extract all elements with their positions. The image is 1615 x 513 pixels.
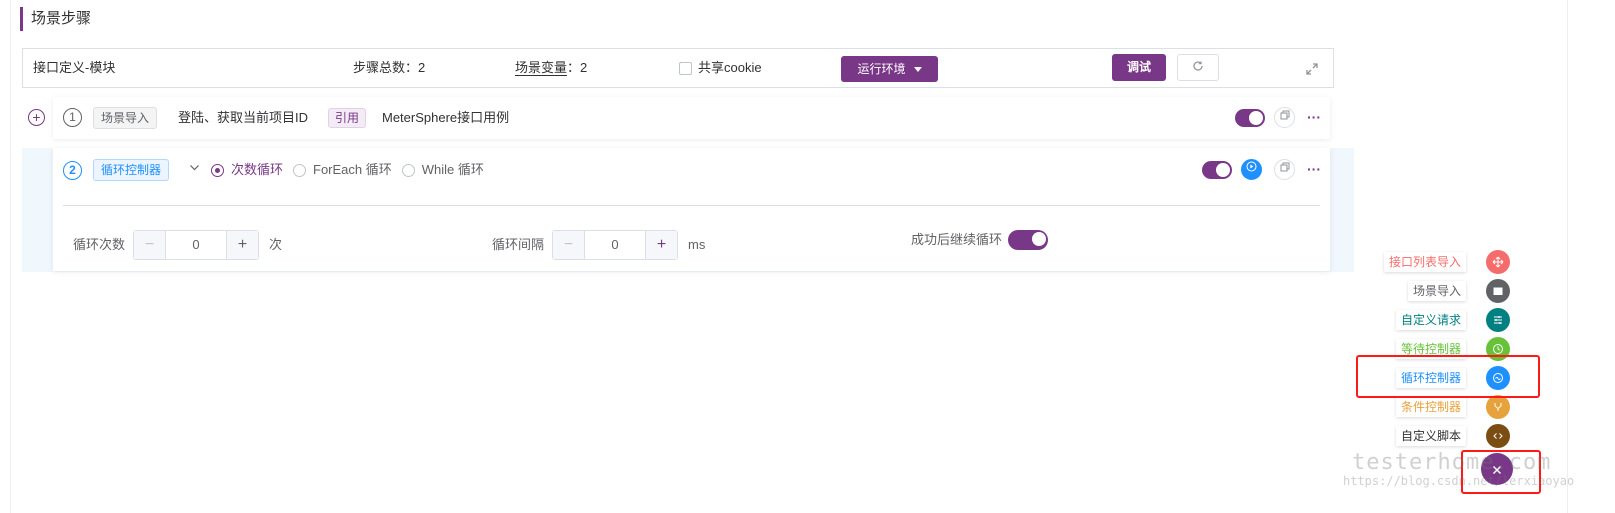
scene-variables-link[interactable]: 场景变量 bbox=[515, 60, 568, 76]
refresh-button[interactable] bbox=[1177, 54, 1219, 81]
decrease-button[interactable]: − bbox=[553, 231, 585, 259]
more-icon[interactable]: ··· bbox=[1307, 109, 1321, 125]
copy-step-button[interactable] bbox=[1274, 159, 1295, 180]
divider bbox=[63, 205, 1320, 206]
fullscreen-icon[interactable] bbox=[1305, 49, 1319, 87]
float-menu-label[interactable]: 自定义请求 bbox=[1395, 310, 1466, 330]
radio-label: ForEach 循环 bbox=[313, 162, 392, 177]
step-card-1: 1 场景导入 登陆、获取当前项目ID 引用 MeterSphere接口用例 ··… bbox=[53, 97, 1330, 139]
copy-icon bbox=[1280, 162, 1290, 175]
clapperboard-icon[interactable] bbox=[1486, 279, 1510, 303]
float-menu-item-scene-import[interactable]: 场景导入 bbox=[1386, 279, 1510, 303]
step-type-tag: 场景导入 bbox=[93, 107, 158, 129]
radio-label: 次数循环 bbox=[231, 162, 284, 177]
float-menu-label[interactable]: 场景导入 bbox=[1407, 281, 1466, 301]
float-menu-item-condition-controller[interactable]: 条件控制器 bbox=[1386, 395, 1510, 419]
right-border bbox=[1567, 0, 1568, 513]
loop-interval-unit: ms bbox=[688, 237, 706, 252]
float-menu-label[interactable]: 接口列表导入 bbox=[1383, 252, 1466, 272]
increase-button[interactable]: + bbox=[645, 231, 677, 259]
step-total: 步骤总数：2 bbox=[353, 49, 425, 87]
float-menu-label[interactable]: 条件控制器 bbox=[1395, 397, 1466, 417]
radio-foreach-loop[interactable]: ForEach 循环 bbox=[293, 148, 392, 192]
annotation-box-loop-controller bbox=[1356, 355, 1540, 398]
radio-dot[interactable] bbox=[401, 163, 415, 177]
continue-after-success-label: 成功后继续循环 bbox=[911, 232, 1003, 247]
scenario-toolbar: 接口定义-模块 步骤总数：2 场景变量：2 共享cookie 运行环境 调试 bbox=[22, 48, 1334, 88]
radio-dot[interactable] bbox=[293, 163, 307, 177]
run-step-button[interactable] bbox=[1241, 159, 1262, 180]
chevron-down-icon[interactable] bbox=[189, 162, 200, 176]
float-menu-item-custom-script[interactable]: 自定义脚本 bbox=[1386, 424, 1510, 448]
step-type-tag: 循环控制器 bbox=[93, 159, 170, 181]
step-index: 1 bbox=[63, 108, 82, 127]
loop-count-unit: 次 bbox=[269, 237, 283, 252]
share-cookie-label: 共享cookie bbox=[698, 60, 762, 75]
step-enable-switch[interactable] bbox=[1202, 161, 1232, 179]
loop-interval-stepper[interactable]: − 0 + bbox=[552, 230, 678, 260]
float-menu-label[interactable]: 自定义脚本 bbox=[1395, 426, 1466, 446]
reference-tag: 引用 bbox=[328, 108, 367, 128]
run-environment-label: 运行环境 bbox=[857, 62, 906, 76]
watermark-text: testerhome.com bbox=[1352, 450, 1552, 475]
copy-icon bbox=[1280, 110, 1290, 123]
sliders-icon[interactable] bbox=[1486, 308, 1510, 332]
add-step-icon[interactable]: + bbox=[28, 109, 45, 126]
radio-dot[interactable] bbox=[211, 163, 224, 177]
radio-count-loop[interactable]: 次数循环 bbox=[211, 148, 283, 192]
refresh-icon bbox=[1192, 61, 1204, 75]
step-enable-switch[interactable] bbox=[1235, 109, 1265, 127]
loop-count-input[interactable]: 0 bbox=[166, 231, 226, 259]
loop-count-stepper[interactable]: − 0 + bbox=[133, 230, 259, 260]
share-cookie-checkbox[interactable] bbox=[679, 61, 692, 75]
code-icon[interactable] bbox=[1486, 424, 1510, 448]
reference-name: MeterSphere接口用例 bbox=[382, 110, 510, 125]
step-index: 2 bbox=[63, 161, 82, 180]
step-total-label: 步骤总数： bbox=[353, 60, 419, 75]
increase-button[interactable]: + bbox=[226, 231, 258, 259]
radio-while-loop[interactable]: While 循环 bbox=[401, 148, 484, 192]
loop-type-radio-group: 次数循环 ForEach 循环 While 循环 bbox=[211, 148, 494, 192]
run-environment-button[interactable]: 运行环境 bbox=[841, 56, 938, 82]
more-icon[interactable]: ··· bbox=[1307, 161, 1321, 177]
loop-interval-label: 循环间隔 bbox=[492, 237, 545, 252]
radio-label: While 循环 bbox=[421, 162, 484, 177]
watermark-url: https://blog.csdn.net/lerxiaoyao bbox=[1343, 474, 1575, 488]
decrease-button[interactable]: − bbox=[134, 231, 166, 259]
step-total-value: 2 bbox=[418, 60, 426, 75]
caret-down-icon bbox=[913, 67, 922, 73]
step-card-2: 2 循环控制器 次数循环 ForEach 循环 While 循环 ··· 循环次… bbox=[53, 148, 1330, 271]
scene-variables[interactable]: 场景变量：2 bbox=[515, 49, 587, 87]
move-icon[interactable] bbox=[1486, 250, 1510, 274]
continue-after-success-switch[interactable] bbox=[1008, 230, 1048, 250]
branch-icon[interactable] bbox=[1486, 395, 1510, 419]
play-icon bbox=[1246, 161, 1257, 175]
module-name: 接口定义-模块 bbox=[33, 60, 116, 75]
copy-step-button[interactable] bbox=[1274, 107, 1295, 128]
scene-variables-colon: ： bbox=[567, 60, 581, 75]
float-menu-item-custom-request[interactable]: 自定义请求 bbox=[1386, 308, 1510, 332]
scene-variables-value: 2 bbox=[580, 60, 588, 75]
left-border bbox=[10, 0, 11, 513]
float-menu-item-api-list-import[interactable]: 接口列表导入 bbox=[1383, 250, 1510, 274]
loop-interval-input[interactable]: 0 bbox=[585, 231, 645, 259]
loop-count-label: 循环次数 bbox=[73, 237, 126, 252]
debug-button[interactable]: 调试 bbox=[1112, 54, 1166, 81]
share-cookie[interactable]: 共享cookie bbox=[679, 49, 762, 87]
page: 场景步骤 接口定义-模块 步骤总数：2 场景变量：2 共享cookie 运行环境… bbox=[0, 0, 1615, 513]
step-name: 登陆、获取当前项目ID bbox=[178, 110, 309, 125]
section-title: 场景步骤 bbox=[20, 7, 91, 31]
